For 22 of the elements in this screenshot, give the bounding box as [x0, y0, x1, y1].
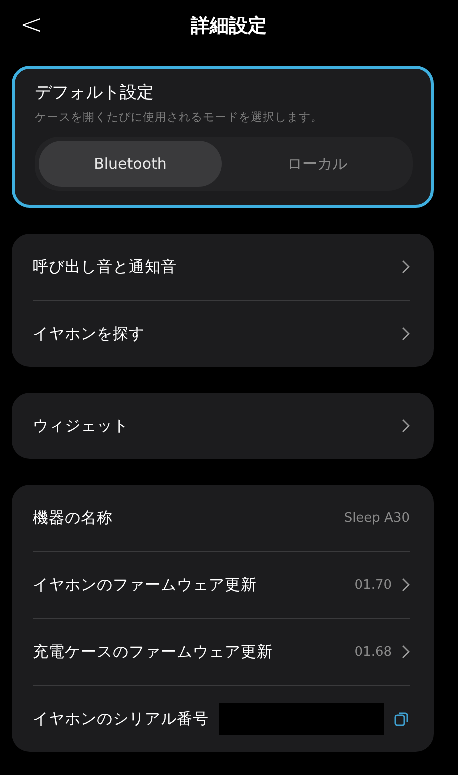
row-label: イヤホンのシリアル番号 — [33, 708, 209, 730]
mode-option[interactable]: ローカル — [226, 141, 409, 187]
row-label[interactable]: イヤホンを探す — [33, 324, 392, 344]
mode-option[interactable]: Bluetooth — [39, 141, 222, 187]
chevron-icon — [402, 419, 410, 433]
row-value: 01.70 — [354, 578, 392, 592]
row-label[interactable]: 充電ケースのファームウェア更新 — [33, 642, 345, 662]
chevron-icon — [402, 327, 410, 341]
page-title: 詳細設定 — [191, 14, 267, 39]
row-label: 機器の名称 — [33, 508, 114, 528]
copy-icon[interactable] — [394, 711, 410, 727]
back-button[interactable]: < — [14, 8, 50, 41]
row-label[interactable]: イヤホンのファームウェア更新 — [33, 574, 345, 596]
chevron-icon — [402, 260, 410, 274]
row-label[interactable]: ウィジェット — [33, 416, 392, 436]
row-value: Sleep A30 — [344, 510, 410, 526]
card-title: デフォルト設定 — [35, 82, 155, 104]
chevron-icon — [402, 645, 410, 659]
row-label[interactable]: 呼び出し音と通知音 — [33, 256, 392, 278]
row-value: 01.68 — [354, 644, 392, 660]
chevron-icon — [402, 578, 410, 592]
card-description: ケースを開くたびに使用されるモードを選択します。 — [35, 110, 324, 125]
